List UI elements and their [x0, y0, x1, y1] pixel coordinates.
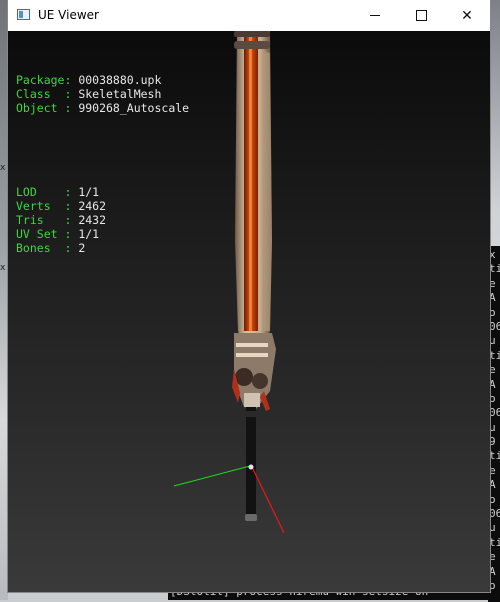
- minimize-button[interactable]: [352, 0, 398, 31]
- info-line: Class : SkeletalMesh: [16, 87, 189, 101]
- info-key: Bones :: [16, 241, 79, 255]
- close-button[interactable]: ✕: [444, 0, 490, 31]
- desktop-background-left: x x: [0, 0, 8, 600]
- desktop-glyph: x: [0, 163, 6, 173]
- minimize-icon: [370, 15, 380, 16]
- info-key: Class :: [16, 87, 79, 101]
- window-title: UE Viewer: [38, 8, 99, 22]
- info-key: Verts :: [16, 199, 79, 213]
- info-value: 2432: [78, 213, 107, 227]
- info-key: Object :: [16, 101, 79, 115]
- info-value: 1/1: [78, 185, 100, 199]
- sword-mesh: [232, 31, 276, 521]
- ue-viewer-window: UE Viewer ✕ Package: 00038880.upk Class …: [8, 0, 490, 592]
- info-line: Object : 990268_Autoscale: [16, 101, 189, 115]
- info-value: 1/1: [78, 227, 100, 241]
- info-line: LOD : 1/1: [16, 185, 189, 199]
- info-value: 990268_Autoscale: [78, 101, 190, 115]
- info-value: 2: [78, 241, 86, 255]
- maximize-button[interactable]: [398, 0, 444, 31]
- info-line: Verts : 2462: [16, 199, 189, 213]
- app-window-icon: [17, 9, 30, 20]
- info-value: 2462: [78, 199, 107, 213]
- title-bar[interactable]: UE Viewer ✕: [8, 0, 490, 31]
- maximize-icon: [415, 10, 427, 21]
- info-line: Bones : 2: [16, 241, 189, 255]
- info-line: Tris : 2432: [16, 213, 189, 227]
- close-icon: ✕: [461, 7, 473, 24]
- 3d-viewport[interactable]: Package: 00038880.upk Class : SkeletalMes…: [8, 31, 490, 592]
- info-value: 00038880.upk: [78, 73, 162, 87]
- mesh-info-overlay: Package: 00038880.upk Class : SkeletalMes…: [16, 45, 189, 283]
- info-key: UV Set :: [16, 227, 79, 241]
- info-value: SkeletalMesh: [78, 87, 162, 101]
- axis-gizmo: [173, 464, 285, 534]
- info-line: UV Set : 1/1: [16, 227, 189, 241]
- info-line: Package: 00038880.upk: [16, 73, 189, 87]
- info-key: LOD :: [16, 185, 79, 199]
- info-key: Package:: [16, 73, 79, 87]
- desktop-glyph: x: [0, 263, 6, 273]
- info-key: Tris :: [16, 213, 79, 227]
